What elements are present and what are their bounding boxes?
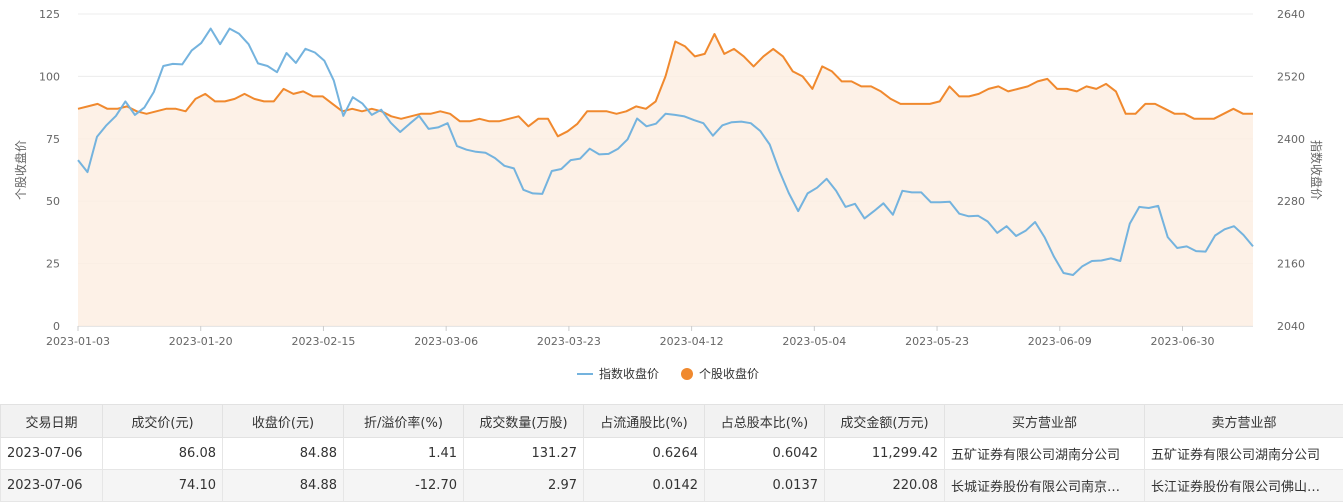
cell-float-ratio: 0.0142 [584,470,705,502]
x-tick-label: 2023-03-06 [414,335,478,348]
cell-total-ratio: 0.6042 [705,438,825,470]
y-right-tick-label: 2040 [1277,320,1305,333]
cell-premium-rate: -12.70 [344,470,464,502]
header-trade-price[interactable]: 成交价(元) [103,405,223,438]
cell-trade-date: 2023-07-06 [1,470,103,502]
y-right-tick-label: 2160 [1277,258,1305,271]
y-right-axis-title: 指数收盘价 [1309,140,1324,200]
x-tick-label: 2023-03-23 [537,335,601,348]
x-tick-label: 2023-06-09 [1028,335,1092,348]
x-tick-label: 2023-05-04 [782,335,846,348]
header-amount[interactable]: 成交金额(万元) [825,405,945,438]
cell-volume: 131.27 [464,438,584,470]
cell-buyer[interactable]: 长城证券股份有限公司南京… [945,470,1145,502]
x-tick-label: 2023-01-20 [169,335,233,348]
header-premium-rate[interactable]: 折/溢价率(%) [344,405,464,438]
header-close-price[interactable]: 收盘价(元) [223,405,344,438]
cell-trade-price: 86.08 [103,438,223,470]
cell-premium-rate: 1.41 [344,438,464,470]
cell-amount: 11,299.42 [825,438,945,470]
x-tick-label: 2023-02-15 [291,335,355,348]
cell-amount: 220.08 [825,470,945,502]
cell-buyer[interactable]: 五矿证券有限公司湖南分公司 [945,438,1145,470]
table-row: 2023-07-06 74.10 84.88 -12.70 2.97 0.014… [1,470,1343,502]
y-right-tick-label: 2520 [1277,70,1305,83]
y-left-tick-label: 25 [46,258,60,271]
legend-index-label: 指数收盘价 [599,366,659,381]
header-buyer[interactable]: 买方营业部 [945,405,1145,438]
header-seller[interactable]: 卖方营业部 [1145,405,1343,438]
header-total-ratio[interactable]: 占总股本比(%) [705,405,825,438]
cell-float-ratio: 0.6264 [584,438,705,470]
y-left-tick-label: 75 [46,133,60,146]
y-left-tick-label: 50 [46,195,60,208]
cell-volume: 2.97 [464,470,584,502]
x-tick-label: 2023-05-23 [905,335,969,348]
dual-axis-line-chart: 0 25 50 75 100 125 2040 2160 2280 2400 2520 2640 个股收… [0,0,1343,395]
block-trade-table: 交易日期 成交价(元) 收盘价(元) 折/溢价率(%) 成交数量(万股) 占流通… [0,404,1343,502]
x-tick-label: 2023-04-12 [660,335,724,348]
table-header-row: 交易日期 成交价(元) 收盘价(元) 折/溢价率(%) 成交数量(万股) 占流通… [1,405,1343,438]
legend-stock-swatch [681,368,693,380]
header-volume[interactable]: 成交数量(万股) [464,405,584,438]
header-float-ratio[interactable]: 占流通股比(%) [584,405,705,438]
y-right-tick-label: 2640 [1277,8,1305,21]
y-right-tick-label: 2400 [1277,133,1305,146]
y-left-tick-label: 0 [53,320,60,333]
cell-close-price: 84.88 [223,470,344,502]
cell-seller[interactable]: 五矿证券有限公司湖南分公司 [1145,438,1343,470]
cell-trade-date: 2023-07-06 [1,438,103,470]
y-left-tick-label: 125 [39,8,60,21]
cell-total-ratio: 0.0137 [705,470,825,502]
x-tick-label: 2023-01-03 [46,335,110,348]
x-tick-label: 2023-06-30 [1151,335,1215,348]
header-trade-date[interactable]: 交易日期 [1,405,103,438]
chart-area: 0 25 50 75 100 125 2040 2160 2280 2400 2520 2640 个股收… [0,0,1343,395]
cell-close-price: 84.88 [223,438,344,470]
y-left-axis-title: 个股收盘价 [13,140,28,200]
y-left-tick-label: 100 [39,70,60,83]
cell-seller[interactable]: 长江证券股份有限公司佛山… [1145,470,1343,502]
y-right-tick-label: 2280 [1277,195,1305,208]
legend-stock-label: 个股收盘价 [699,366,759,381]
table-row: 2023-07-06 86.08 84.88 1.41 131.27 0.626… [1,438,1343,470]
cell-trade-price: 74.10 [103,470,223,502]
